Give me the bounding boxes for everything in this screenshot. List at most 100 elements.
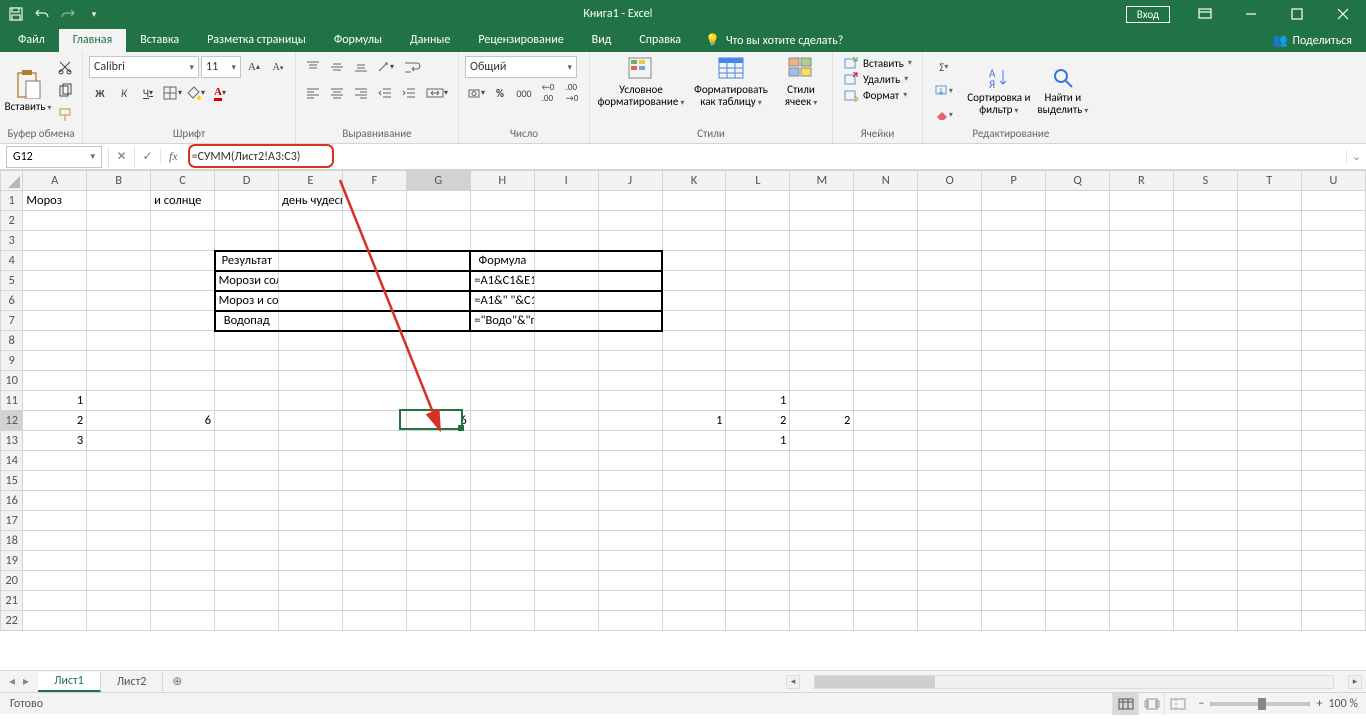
cell-S14[interactable]: [1173, 451, 1237, 471]
cell-E6[interactable]: [279, 291, 343, 311]
format-painter-button[interactable]: [54, 104, 76, 126]
cell-S13[interactable]: [1173, 431, 1237, 451]
cell-F5[interactable]: [342, 271, 406, 291]
view-normal-button[interactable]: [1112, 693, 1138, 715]
cell-U8[interactable]: [1301, 331, 1365, 351]
cell-J14[interactable]: [598, 451, 662, 471]
cell-G15[interactable]: [406, 471, 470, 491]
cell-A4[interactable]: [23, 251, 87, 271]
row-header-14[interactable]: 14: [1, 451, 23, 471]
cell-L19[interactable]: [726, 551, 790, 571]
cell-S19[interactable]: [1173, 551, 1237, 571]
cell-S6[interactable]: [1173, 291, 1237, 311]
cell-R4[interactable]: [1109, 251, 1173, 271]
delete-cells-button[interactable]: Удалить: [839, 72, 916, 86]
cell-H9[interactable]: [470, 351, 534, 371]
cell-G18[interactable]: [406, 531, 470, 551]
cell-P19[interactable]: [982, 551, 1046, 571]
formula-input[interactable]: =СУММ(Лист2!A3:C3): [186, 150, 301, 164]
cell-C14[interactable]: [151, 451, 215, 471]
zoom-level[interactable]: 100 %: [1328, 697, 1358, 711]
cell-H10[interactable]: [470, 371, 534, 391]
cell-S12[interactable]: [1173, 411, 1237, 431]
cell-T12[interactable]: [1237, 411, 1301, 431]
cell-F22[interactable]: [342, 611, 406, 631]
cell-L9[interactable]: [726, 351, 790, 371]
cell-D14[interactable]: [215, 451, 279, 471]
cell-I12[interactable]: [534, 411, 598, 431]
cell-B19[interactable]: [87, 551, 151, 571]
cell-R5[interactable]: [1109, 271, 1173, 291]
col-header-K[interactable]: K: [662, 171, 726, 191]
cell-C13[interactable]: [151, 431, 215, 451]
qat-customize-icon[interactable]: ▾: [86, 6, 102, 22]
align-right-button[interactable]: [350, 82, 372, 104]
name-box[interactable]: G12▾: [6, 146, 102, 168]
col-header-F[interactable]: F: [342, 171, 406, 191]
cell-U11[interactable]: [1301, 391, 1365, 411]
wrap-text-button[interactable]: [398, 56, 428, 78]
row-header-15[interactable]: 15: [1, 471, 23, 491]
borders-button[interactable]: ▾: [161, 82, 183, 104]
cell-A20[interactable]: [23, 571, 87, 591]
cell-B22[interactable]: [87, 611, 151, 631]
cell-E13[interactable]: [279, 431, 343, 451]
cell-N2[interactable]: [854, 211, 918, 231]
cell-I2[interactable]: [534, 211, 598, 231]
close-button[interactable]: [1320, 0, 1366, 28]
undo-icon[interactable]: [34, 6, 50, 22]
cell-K5[interactable]: [662, 271, 726, 291]
cell-A19[interactable]: [23, 551, 87, 571]
increase-decimal-button[interactable]: ←0.00: [537, 82, 559, 104]
cell-Q7[interactable]: [1046, 311, 1110, 331]
cell-M8[interactable]: [790, 331, 854, 351]
cell-D4[interactable]: Результат: [215, 251, 279, 271]
cell-S7[interactable]: [1173, 311, 1237, 331]
cell-I7[interactable]: [534, 311, 598, 331]
cell-J11[interactable]: [598, 391, 662, 411]
cell-T8[interactable]: [1237, 331, 1301, 351]
cell-F3[interactable]: [342, 231, 406, 251]
cell-U9[interactable]: [1301, 351, 1365, 371]
tab-insert[interactable]: Вставка: [126, 29, 193, 52]
cell-H22[interactable]: [470, 611, 534, 631]
decrease-indent-button[interactable]: [374, 82, 396, 104]
cell-Q21[interactable]: [1046, 591, 1110, 611]
cell-J18[interactable]: [598, 531, 662, 551]
cell-D9[interactable]: [215, 351, 279, 371]
font-color-button[interactable]: А▾: [209, 82, 231, 104]
cell-R11[interactable]: [1109, 391, 1173, 411]
col-header-D[interactable]: D: [215, 171, 279, 191]
cell-N14[interactable]: [854, 451, 918, 471]
row-header-18[interactable]: 18: [1, 531, 23, 551]
cell-O7[interactable]: [918, 311, 982, 331]
cell-I8[interactable]: [534, 331, 598, 351]
cell-L8[interactable]: [726, 331, 790, 351]
cell-C21[interactable]: [151, 591, 215, 611]
cell-F11[interactable]: [342, 391, 406, 411]
cell-H6[interactable]: =A1&" "&C1&"; "&E1: [470, 291, 534, 311]
cell-U13[interactable]: [1301, 431, 1365, 451]
cell-Q17[interactable]: [1046, 511, 1110, 531]
cell-E1[interactable]: день чудесный!: [279, 191, 343, 211]
cell-Q20[interactable]: [1046, 571, 1110, 591]
cell-styles-button[interactable]: Стили ячеек: [776, 56, 826, 108]
cell-B6[interactable]: [87, 291, 151, 311]
cell-A10[interactable]: [23, 371, 87, 391]
cell-O11[interactable]: [918, 391, 982, 411]
cell-C6[interactable]: [151, 291, 215, 311]
decrease-decimal-button[interactable]: .00→0: [561, 82, 583, 104]
cell-P1[interactable]: [982, 191, 1046, 211]
cell-S20[interactable]: [1173, 571, 1237, 591]
percent-button[interactable]: %: [489, 82, 511, 104]
cell-H7[interactable]: ="Водо"&"пад": [470, 311, 534, 331]
cell-F4[interactable]: [342, 251, 406, 271]
cell-E10[interactable]: [279, 371, 343, 391]
cell-L12[interactable]: 2: [726, 411, 790, 431]
cell-E4[interactable]: [279, 251, 343, 271]
cell-Q2[interactable]: [1046, 211, 1110, 231]
col-header-P[interactable]: P: [982, 171, 1046, 191]
cell-B9[interactable]: [87, 351, 151, 371]
col-header-R[interactable]: R: [1109, 171, 1173, 191]
cell-K15[interactable]: [662, 471, 726, 491]
